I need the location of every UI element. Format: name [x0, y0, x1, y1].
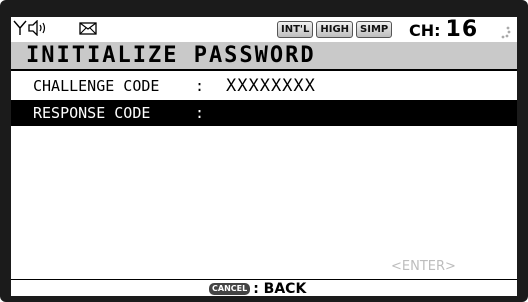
- message-icon: [79, 20, 97, 40]
- mode-badges: INT'L HIGH SIMP: [277, 21, 393, 38]
- back-label: : BACK: [253, 281, 307, 296]
- status-bar: INT'L HIGH SIMP CH: 16: [11, 17, 517, 42]
- scan-icon: [497, 24, 511, 43]
- enter-hint: <ENTER>: [391, 259, 456, 274]
- response-code-colon: :: [195, 104, 205, 122]
- response-code-row[interactable]: RESPONSE CODE :: [11, 100, 517, 126]
- challenge-code-value: XXXXXXXX: [226, 76, 316, 96]
- channel-indicator: CH: 16: [409, 17, 478, 42]
- channel-label: CH:: [409, 21, 441, 40]
- cancel-key-icon[interactable]: CANCEL: [209, 283, 251, 295]
- challenge-code-row: CHALLENGE CODE : XXXXXXXX: [11, 73, 517, 99]
- response-code-label: RESPONSE CODE: [33, 104, 151, 122]
- speaker-icon: [28, 19, 48, 40]
- power-high-badge: HIGH: [316, 21, 354, 38]
- challenge-code-colon: :: [195, 77, 205, 95]
- intl-badge: INT'L: [277, 21, 314, 38]
- antenna-icon: [13, 20, 27, 40]
- challenge-code-label: CHALLENGE CODE: [33, 77, 160, 95]
- title-bar: INITIALIZE PASSWORD: [11, 42, 517, 71]
- channel-number: 16: [445, 17, 479, 42]
- footer-bar: CANCEL : BACK: [11, 279, 517, 296]
- simplex-badge: SIMP: [356, 21, 393, 38]
- back-action[interactable]: CANCEL : BACK: [209, 281, 306, 296]
- lcd-screen: INT'L HIGH SIMP CH: 16 INITIALIZE PASSWOR…: [11, 17, 517, 296]
- page-title: INITIALIZE PASSWORD: [26, 43, 316, 68]
